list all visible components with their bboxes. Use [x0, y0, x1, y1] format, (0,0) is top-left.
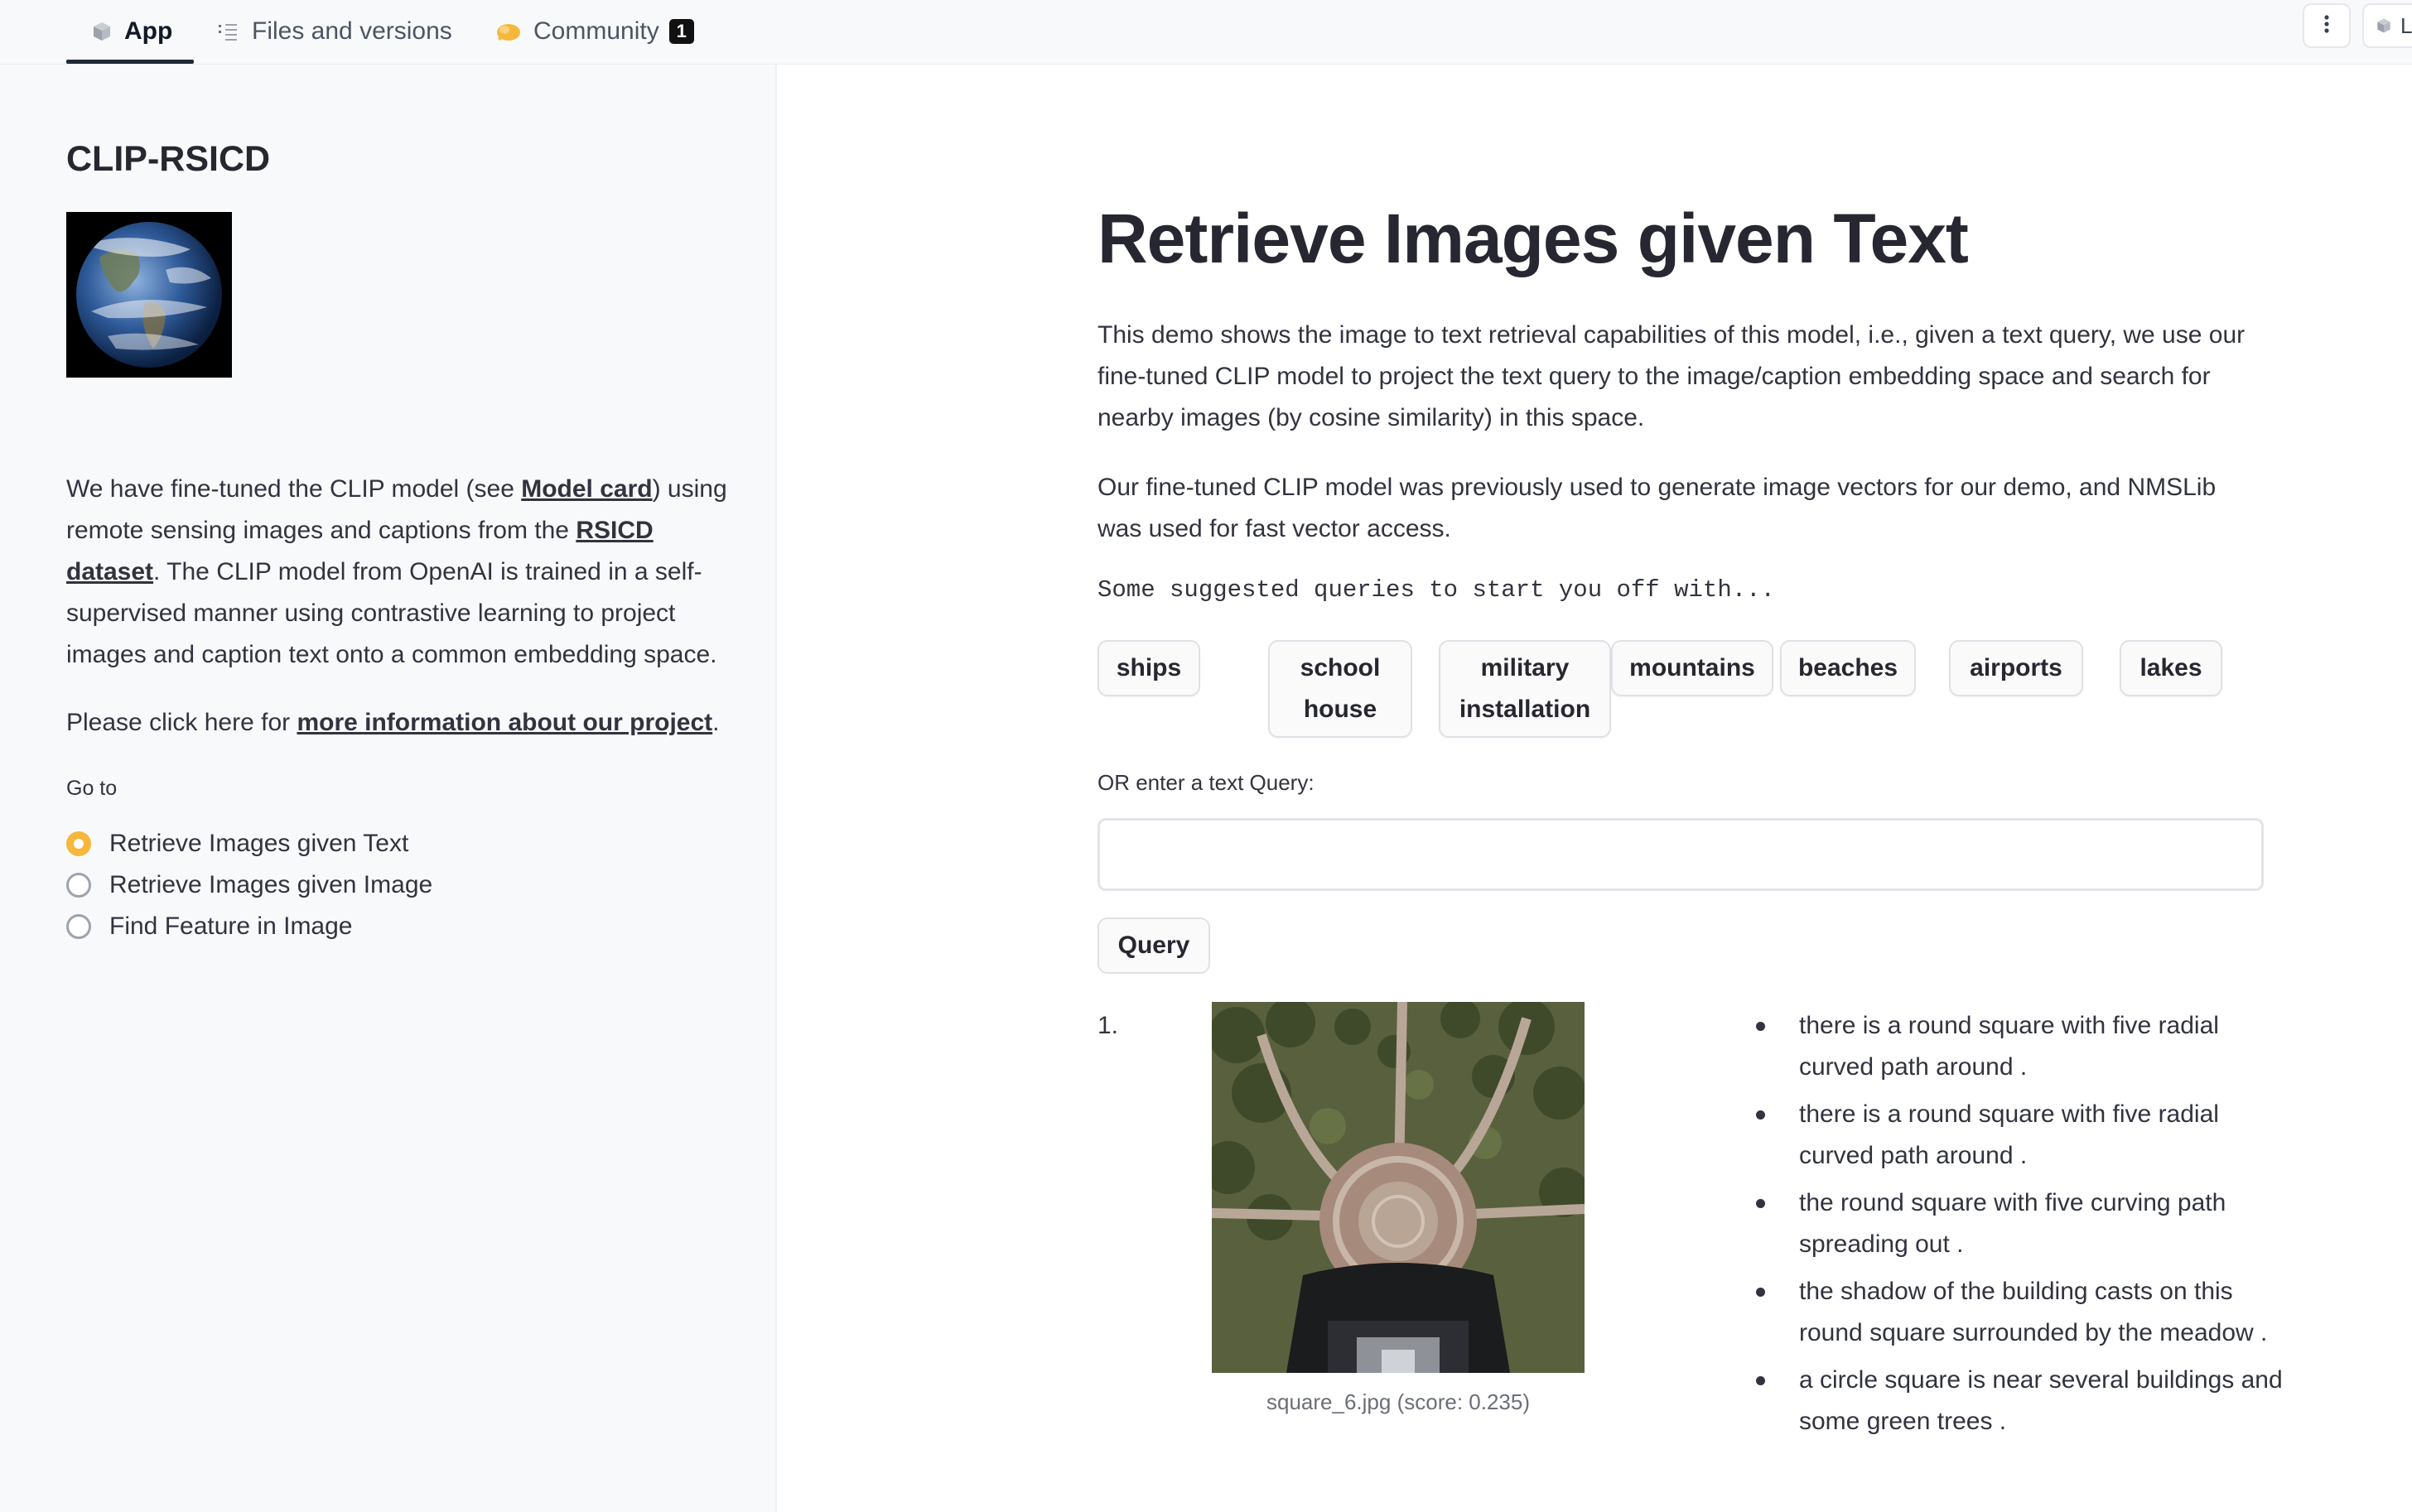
radio-unselected-indicator — [66, 873, 91, 898]
intro-paragraph: This demo shows the image to text retrie… — [1097, 321, 2246, 431]
list-item: the round square with five curving path … — [1756, 1182, 2286, 1265]
suggestion-label: mountains — [1629, 654, 1755, 681]
query-button-label: Query — [1117, 932, 1190, 959]
radio-selected-indicator — [66, 831, 91, 856]
suggestion-label: airports — [1970, 654, 2062, 681]
sidebar-project-info: Please click here for more information a… — [66, 702, 745, 744]
sidebar-project-info-text: Please click here for — [66, 709, 297, 736]
suggestion-label: beaches — [1797, 654, 1898, 681]
radio-unselected-indicator — [66, 914, 91, 939]
sidebar-project-info-period: . — [712, 709, 720, 736]
files-icon — [217, 22, 240, 41]
suggestion-school-house-button[interactable]: school house — [1268, 640, 1412, 738]
top-tab-bar: App Files and versions Community 1 L — [0, 0, 2412, 65]
radio-retrieve-given-image[interactable]: Retrieve Images given Image — [66, 871, 432, 899]
model-card-link[interactable]: Model card — [521, 475, 652, 503]
result-aerial-image — [1212, 1002, 1585, 1373]
suggestion-ships-button[interactable]: ships — [1097, 640, 1200, 696]
suggestion-label: lakes — [2139, 654, 2202, 681]
tab-files-and-versions[interactable]: Files and versions — [217, 0, 452, 63]
page-title: Retrieve Images given Text — [1097, 200, 1969, 277]
tab-app-label: App — [124, 17, 173, 45]
list-item: a circle square is near several building… — [1756, 1360, 2286, 1442]
more-vert-icon — [2323, 14, 2330, 38]
list-item: there is a round square with five radial… — [1756, 1094, 2286, 1177]
sidebar-description: We have fine-tuned the CLIP model (see M… — [66, 469, 745, 676]
sidebar-description-text-3: . The CLIP model from OpenAI is trained … — [66, 558, 717, 668]
project-info-link[interactable]: more information about our project — [297, 709, 712, 736]
result-index: 1. — [1097, 1012, 1119, 1039]
radio-find-feature[interactable]: Find Feature in Image — [66, 912, 352, 941]
space-info-chip[interactable]: L — [2362, 3, 2412, 48]
tab-community[interactable]: Community 1 — [495, 0, 694, 63]
sidebar-description-text-1: We have fine-tuned the CLIP model (see — [66, 475, 522, 503]
tab-app[interactable]: App — [91, 0, 172, 63]
active-tab-indicator — [66, 60, 194, 64]
community-icon — [495, 20, 522, 43]
result-image-caption: square_6.jpg (score: 0.235) — [1266, 1389, 1530, 1414]
text-query-input[interactable] — [1097, 818, 2264, 891]
goto-label: Go to — [66, 777, 118, 800]
cube-icon — [91, 21, 113, 42]
suggestion-lakes-button[interactable]: lakes — [2120, 640, 2222, 696]
suggestion-airports-button[interactable]: airports — [1949, 640, 2083, 696]
suggestion-label: school house — [1300, 654, 1381, 723]
radio-label: Find Feature in Image — [109, 912, 353, 940]
suggestion-mountains-button[interactable]: mountains — [1611, 640, 1773, 696]
suggestion-military-installation-button[interactable]: military installation — [1439, 640, 1611, 738]
suggestion-label: ships — [1116, 654, 1182, 681]
cube-icon — [2377, 18, 2390, 33]
community-count-badge: 1 — [668, 19, 694, 44]
more-options-button[interactable] — [2303, 3, 2351, 48]
earth-globe-image — [66, 212, 232, 378]
tab-files-label: Files and versions — [252, 17, 452, 45]
radio-retrieve-given-text[interactable]: Retrieve Images given Text — [66, 830, 408, 858]
sidebar-title: CLIP-RSICD — [66, 139, 271, 179]
radio-label: Retrieve Images given Text — [109, 830, 409, 857]
query-button[interactable]: Query — [1097, 917, 1210, 974]
radio-label: Retrieve Images given Image — [109, 871, 433, 898]
list-item: the shadow of the building casts on this… — [1756, 1271, 2286, 1354]
suggestion-label: military installation — [1459, 654, 1591, 723]
nmslib-paragraph: Our fine-tuned CLIP model was previously… — [1097, 474, 2217, 542]
tab-community-label: Community — [533, 17, 659, 45]
suggestion-beaches-button[interactable]: beaches — [1780, 640, 1916, 696]
text-query-label: OR enter a text Query: — [1097, 770, 1315, 795]
space-info-chip-label: L — [2400, 12, 2412, 38]
list-item: there is a round square with five radial… — [1756, 1005, 2286, 1088]
suggested-queries-label: Some suggested queries to start you off … — [1097, 576, 1775, 604]
result-descriptions-list: there is a round square with five radial… — [1756, 1005, 2286, 1448]
